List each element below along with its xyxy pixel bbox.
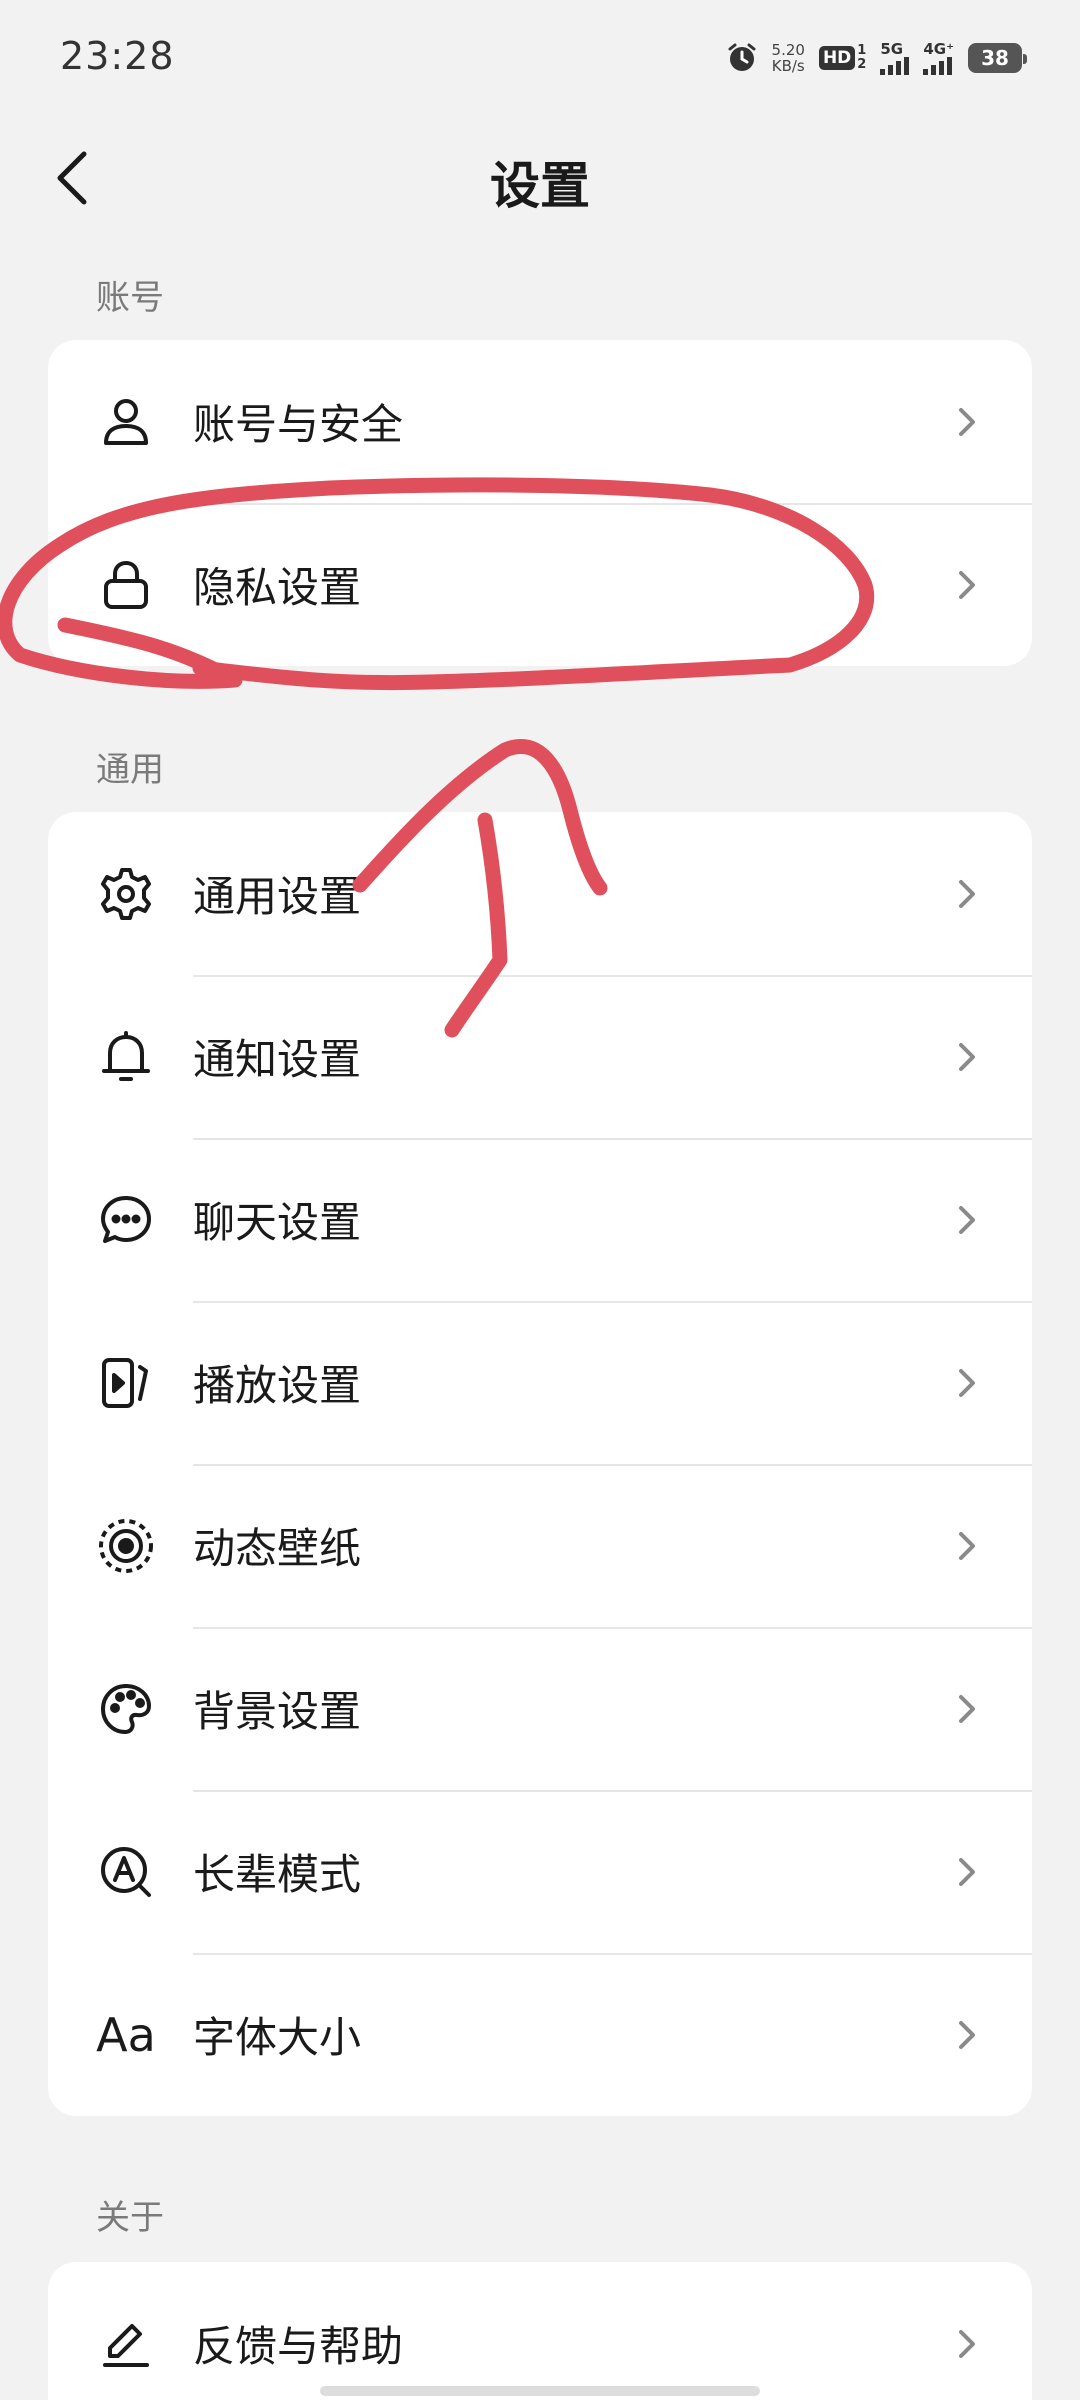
- battery-icon: 38: [968, 43, 1027, 73]
- row-notification-settings[interactable]: 通知设置: [48, 975, 1032, 1138]
- signal-bars-icon: [923, 57, 953, 75]
- font-size-icon-text: Aa: [96, 2007, 156, 2062]
- chevron-right-icon: [959, 1694, 975, 1723]
- status-time: 23:28: [60, 34, 175, 78]
- chevron-right-icon: [959, 1205, 975, 1234]
- status-bar: 23:28 5.20 KB/s HD 1 2 5G 4G⁺ 38: [0, 0, 1080, 118]
- account-card: 账号与安全 隐私设置: [48, 340, 1032, 666]
- elder-mode-icon: [96, 1842, 156, 1902]
- net-speed-unit: KB/s: [771, 57, 805, 75]
- row-label: 动态壁纸: [193, 1524, 362, 1573]
- page-title: 设置: [490, 157, 590, 215]
- gear-icon: [96, 864, 156, 924]
- play-screen-icon: [96, 1353, 156, 1413]
- chevron-right-icon: [959, 1042, 975, 1071]
- row-elder-mode[interactable]: 长辈模式: [48, 1790, 1032, 1953]
- section-label-general: 通用: [96, 750, 164, 790]
- signal-bars-icon: [880, 57, 910, 75]
- about-card: 反馈与帮助: [48, 2262, 1032, 2400]
- row-label: 播放设置: [193, 1361, 362, 1410]
- hd-sim-top: 1: [857, 43, 867, 58]
- row-background-settings[interactable]: 背景设置: [48, 1627, 1032, 1790]
- row-chat-settings[interactable]: 聊天设置: [48, 1138, 1032, 1301]
- chevron-right-icon: [959, 570, 975, 599]
- row-label: 字体大小: [193, 2013, 362, 2062]
- row-privacy-settings[interactable]: 隐私设置: [48, 503, 1032, 666]
- battery-level: 38: [981, 46, 1009, 70]
- pen-icon: [96, 2314, 156, 2374]
- row-general-settings[interactable]: 通用设置: [48, 812, 1032, 975]
- hd-label: HD: [818, 46, 856, 70]
- net-speed-value: 5.20: [771, 41, 805, 59]
- lock-icon: [96, 555, 156, 615]
- chat-bubble-icon: [96, 1190, 156, 1250]
- general-card: 通用设置 通知设置 聊天设置 播放设置 动态壁纸 背景设置 长辈模式 Aa 字体…: [48, 812, 1032, 2116]
- chevron-right-icon: [959, 2329, 975, 2358]
- palette-icon: [96, 1679, 156, 1739]
- row-label: 通用设置: [193, 872, 362, 921]
- person-icon: [96, 392, 156, 452]
- chevron-right-icon: [959, 1531, 975, 1560]
- chevron-right-icon: [959, 1857, 975, 1886]
- chevron-right-icon: [959, 1368, 975, 1397]
- home-indicator: [320, 2386, 760, 2396]
- status-icons: 5.20 KB/s HD 1 2 5G 4G⁺ 38: [726, 36, 1027, 80]
- signal-5g-label: 5G: [880, 40, 904, 58]
- dynamic-wallpaper-icon: [96, 1516, 156, 1576]
- row-feedback-help[interactable]: 反馈与帮助: [48, 2262, 1032, 2400]
- header: 设置: [0, 118, 1080, 238]
- row-label: 隐私设置: [193, 563, 362, 612]
- row-label: 聊天设置: [193, 1198, 362, 1247]
- row-label: 反馈与帮助: [193, 2322, 404, 2371]
- hd-voice-badge: HD 1 2: [818, 43, 867, 72]
- row-dynamic-wallpaper[interactable]: 动态壁纸: [48, 1464, 1032, 1627]
- row-font-size[interactable]: Aa 字体大小: [48, 1953, 1032, 2116]
- row-playback-settings[interactable]: 播放设置: [48, 1301, 1032, 1464]
- row-account-security[interactable]: 账号与安全: [48, 340, 1032, 503]
- row-label: 长辈模式: [193, 1850, 362, 1899]
- row-label: 通知设置: [193, 1035, 362, 1084]
- hd-sim-bottom: 2: [857, 57, 867, 72]
- chevron-right-icon: [959, 879, 975, 908]
- alarm-icon: [728, 43, 756, 71]
- section-label-account: 账号: [96, 278, 164, 318]
- signal-4g: 4G⁺: [923, 41, 954, 75]
- chevron-right-icon: [959, 407, 975, 436]
- font-size-icon: Aa: [96, 2005, 156, 2065]
- row-label: 账号与安全: [193, 400, 404, 449]
- signal-5g: 5G: [880, 40, 910, 75]
- signal-4g-label: 4G⁺: [923, 40, 954, 58]
- chevron-right-icon: [959, 2020, 975, 2049]
- bell-icon: [96, 1027, 156, 1087]
- network-speed: 5.20 KB/s: [772, 42, 805, 74]
- section-label-about: 关于: [96, 2198, 164, 2238]
- row-label: 背景设置: [193, 1687, 362, 1736]
